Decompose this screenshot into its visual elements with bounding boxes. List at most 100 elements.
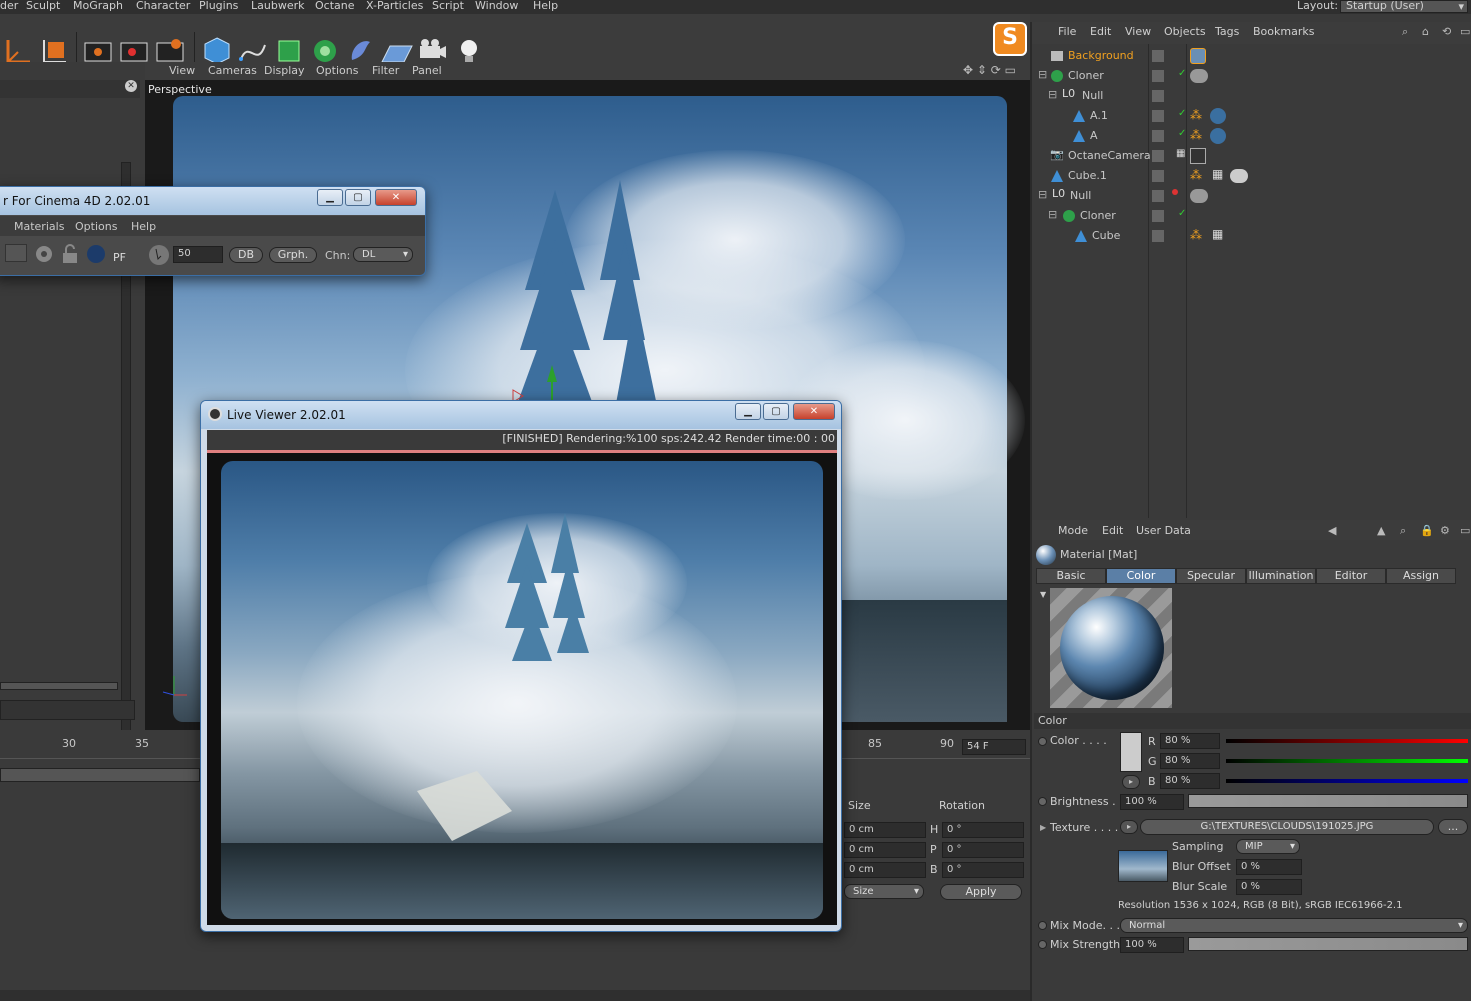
texture-thumbnail[interactable]	[1118, 850, 1168, 882]
phong-tag-icon[interactable]: ⁂	[1190, 168, 1202, 182]
layer-toggle-icon[interactable]	[1152, 50, 1164, 62]
menu-item[interactable]: Octane	[315, 0, 355, 12]
b-slider[interactable]	[1226, 779, 1468, 783]
layer-toggle-icon[interactable]	[1152, 90, 1164, 102]
octane-camera-tag-icon[interactable]	[1190, 148, 1206, 164]
object-row[interactable]: Cube ⁂ ▦	[1032, 226, 1471, 246]
mixmode-dropdown[interactable]: Normal ▾	[1120, 918, 1468, 933]
am-menu-item[interactable]: User Data	[1136, 524, 1191, 537]
menu-item[interactable]: X-Particles	[366, 0, 423, 12]
menu-item[interactable]: der	[0, 0, 18, 12]
checker-icon[interactable]: ▦	[1176, 148, 1185, 159]
res-icon[interactable]	[5, 244, 27, 262]
sampling-dropdown[interactable]: MIP ▾	[1236, 839, 1300, 854]
navigate-icon[interactable]: ⟲	[1442, 25, 1451, 38]
viewport-menu-item[interactable]: Panel	[412, 64, 442, 77]
viewport-menu-item[interactable]: View	[169, 64, 195, 77]
pick-focus-icon[interactable]	[147, 243, 171, 267]
layer-toggle-icon[interactable]	[1152, 190, 1164, 202]
collapse-icon[interactable]: ▼	[1040, 590, 1046, 599]
object-row[interactable]: ⊟ L0 Null	[1032, 86, 1471, 106]
close-icon[interactable]: ✕	[125, 80, 137, 92]
size-z-field[interactable]: 0 cm	[844, 862, 926, 878]
layer-toggle-icon[interactable]	[1152, 210, 1164, 222]
tag-icon[interactable]	[1190, 189, 1208, 203]
om-menu-item[interactable]: File	[1058, 25, 1076, 38]
frame-field[interactable]: 54 F	[962, 739, 1026, 755]
size-y-field[interactable]: 0 cm	[844, 842, 926, 858]
object-row[interactable]: Cube.1 ⁂ ▦	[1032, 166, 1471, 186]
plugin-menu-item[interactable]: Materials	[14, 220, 64, 233]
om-menu-item[interactable]: Tags	[1215, 25, 1239, 38]
check-icon[interactable]: ✓	[1178, 108, 1186, 119]
rotation-p-field[interactable]: 0 °	[942, 842, 1024, 858]
expand-icon[interactable]: ▶	[1040, 823, 1046, 832]
check-icon[interactable]: ✓	[1178, 68, 1186, 79]
b-field[interactable]: 80 %	[1160, 773, 1220, 789]
object-row[interactable]: 📷 OctaneCamera ▦	[1032, 146, 1471, 166]
value-field[interactable]: 50	[173, 246, 223, 263]
octane-plugin-window[interactable]: r For Cinema 4D 2.02.01 ▁ ▢ ✕ Materials …	[0, 186, 426, 276]
up-arrow-icon[interactable]: ▲	[1377, 524, 1385, 537]
layer-toggle-icon[interactable]	[1152, 130, 1164, 142]
chn-dropdown[interactable]: DL ▾	[353, 247, 413, 262]
phong-tag-icon[interactable]: ⁂	[1190, 228, 1202, 242]
blur-scale-field[interactable]: 0 %	[1236, 879, 1302, 895]
blur-offset-field[interactable]: 0 %	[1236, 859, 1302, 875]
viewport-menu-item[interactable]: Filter	[372, 64, 399, 77]
menu-item[interactable]: Help	[533, 0, 558, 12]
plugin-menu-item[interactable]: Options	[75, 220, 117, 233]
layer-toggle-icon[interactable]	[1152, 170, 1164, 182]
menu-item[interactable]: Window	[475, 0, 518, 12]
material-tag-icon[interactable]	[1210, 128, 1226, 144]
coords-mode-dropdown[interactable]: Size ▾	[844, 884, 924, 899]
minimize-button[interactable]: ▁	[317, 189, 343, 206]
color-swatch[interactable]	[1120, 732, 1142, 772]
g-field[interactable]: 80 %	[1160, 753, 1220, 769]
om-menu-item[interactable]: Edit	[1090, 25, 1111, 38]
maximize-button[interactable]: ▢	[345, 189, 371, 206]
texture-menu-button[interactable]: ▸	[1120, 820, 1138, 834]
viewport-nav-icons[interactable]: ✥ ⇕ ⟳ ▭	[963, 63, 1016, 77]
am-menu-item[interactable]: Edit	[1102, 524, 1123, 537]
material-tag-icon[interactable]	[1210, 108, 1226, 124]
object-row[interactable]: A.1 ✓ ⁂	[1032, 106, 1471, 126]
menu-item[interactable]: Sculpt	[26, 0, 60, 12]
lock-icon[interactable]: 🔒	[1420, 524, 1434, 537]
brightness-slider[interactable]	[1188, 794, 1468, 808]
settings-icon[interactable]: ⚙	[1440, 524, 1450, 537]
object-row[interactable]: Background	[1032, 46, 1471, 66]
tab-illumination[interactable]: Illumination	[1246, 568, 1316, 584]
mixstrength-slider[interactable]	[1188, 937, 1468, 951]
new-view-icon[interactable]: ▭	[1460, 25, 1470, 38]
object-row[interactable]: ⊟ L0 Null	[1032, 186, 1471, 206]
menu-item[interactable]: Character	[136, 0, 190, 12]
horizontal-scrollbar[interactable]	[0, 682, 118, 690]
sphere-icon[interactable]	[85, 243, 107, 265]
am-menu-item[interactable]: Mode	[1058, 524, 1088, 537]
rotation-b-field[interactable]: 0 °	[942, 862, 1024, 878]
color-mode-button[interactable]: ▸	[1122, 775, 1140, 789]
r-field[interactable]: 80 %	[1160, 733, 1220, 749]
collapse-icon[interactable]: ⊟	[1038, 188, 1047, 201]
om-menu-item[interactable]: Bookmarks	[1253, 25, 1314, 38]
pf-icon[interactable]: PF	[111, 243, 133, 265]
back-arrow-icon[interactable]: ◀	[1328, 524, 1336, 537]
timeline-scrubber[interactable]	[0, 768, 200, 782]
new-view-icon[interactable]: ▭	[1460, 524, 1470, 537]
layer-toggle-icon[interactable]	[1152, 150, 1164, 162]
texture-path-button[interactable]: G:\TEXTURES\CLOUDS\191025.JPG	[1140, 819, 1434, 835]
size-x-field[interactable]: 0 cm	[844, 822, 926, 838]
mixstrength-radio[interactable]	[1038, 940, 1047, 949]
tab-specular[interactable]: Specular	[1176, 568, 1246, 584]
plugin-menu-item[interactable]: Help	[131, 220, 156, 233]
menu-item[interactable]: Plugins	[199, 0, 238, 12]
layer-toggle-icon[interactable]	[1152, 110, 1164, 122]
grph-button[interactable]: Grph.	[269, 247, 317, 263]
render-output[interactable]	[207, 453, 837, 925]
maximize-button[interactable]: ▢	[763, 403, 789, 420]
home-icon[interactable]: ⌂	[1422, 25, 1429, 38]
close-button[interactable]: ✕	[375, 189, 417, 206]
viewport-menu-item[interactable]: Options	[316, 64, 358, 77]
texture-browse-button[interactable]: ...	[1438, 819, 1468, 835]
